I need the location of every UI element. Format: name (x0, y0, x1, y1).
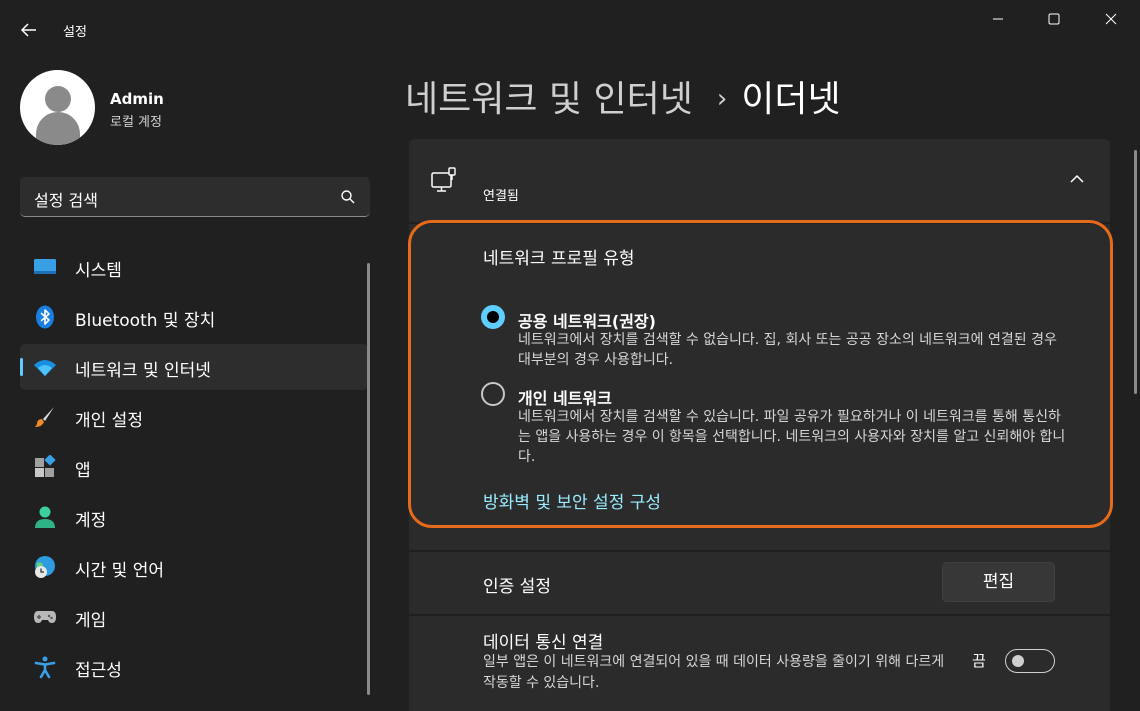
account-icon (35, 506, 55, 528)
back-button[interactable] (16, 18, 44, 42)
avatar-body (36, 112, 80, 145)
network-profile-card: 네트워크 프로필 유형 공용 네트워크(권장) 네트워크에서 장치를 검색할 수… (409, 224, 1110, 550)
close-icon (1105, 13, 1117, 25)
globe-clock-icon (35, 556, 55, 578)
sidebar-item-label: 네트워크 및 인터넷 (75, 361, 211, 381)
private-network-description: 네트워크에서 장치를 검색할 수 있습니다. 파일 공유가 필요하거나 이 네트… (518, 409, 1066, 465)
page-title: 이더넷 (741, 79, 841, 120)
metered-connection-toggle[interactable] (1005, 649, 1055, 673)
public-network-description: 네트워크에서 장치를 검색할 수 없습니다. 집, 회사 또는 공공 장소의 네… (518, 332, 1057, 368)
auth-settings-card: 인증 설정 편집 (409, 552, 1110, 614)
search-placeholder: 설정 검색 (34, 191, 98, 210)
search-icon (341, 190, 355, 204)
toggle-state-label: 끔 (972, 652, 986, 670)
connection-status-card[interactable]: 연결됨 (409, 139, 1110, 222)
sidebar-item-apps[interactable]: 앱 (20, 444, 368, 490)
sidebar-item-system[interactable]: 시스템 (20, 244, 368, 290)
minimize-button[interactable] (984, 8, 1012, 30)
public-network-label[interactable]: 공용 네트워크(권장) (518, 308, 656, 332)
user-name: Admin (110, 90, 164, 108)
metered-connection-card: 데이터 통신 연결 일부 앱은 이 네트워크에 연결되어 있을 때 데이터 사용… (409, 616, 1110, 711)
search-input[interactable]: 설정 검색 (20, 177, 370, 217)
maximize-icon (1048, 13, 1060, 25)
sidebar-item-network[interactable]: 네트워크 및 인터넷 (20, 344, 368, 390)
chevron-up-icon[interactable] (1069, 173, 1085, 185)
accessibility-icon (34, 656, 56, 679)
back-arrow-icon (20, 23, 36, 37)
auth-settings-label: 인증 설정 (483, 577, 551, 597)
account-type: 로컬 계정 (110, 115, 162, 130)
toggle-knob (1012, 655, 1024, 667)
active-indicator (20, 358, 23, 376)
sidebar-item-gaming[interactable]: 게임 (20, 594, 368, 640)
sidebar-item-label: 앱 (75, 461, 91, 481)
private-network-radio[interactable] (481, 382, 505, 406)
maximize-button[interactable] (1040, 8, 1068, 30)
metered-connection-title: 데이터 통신 연결 (483, 633, 604, 653)
wifi-icon (34, 360, 56, 376)
metered-connection-description: 일부 앱은 이 네트워크에 연결되어 있을 때 데이터 사용량을 줄이기 위해 … (483, 654, 945, 691)
system-icon (34, 259, 56, 274)
sidebar-item-time-language[interactable]: 시간 및 언어 (20, 544, 368, 590)
connection-status: 연결됨 (483, 189, 519, 204)
public-network-radio[interactable] (481, 305, 505, 329)
network-profile-title: 네트워크 프로필 유형 (483, 249, 635, 269)
sidebar-nav: 시스템 Bluetooth 및 장치 네트워크 및 인터넷 개인 설정 앱 계정… (20, 244, 368, 694)
bluetooth-icon (36, 305, 54, 329)
app-title: 설정 (63, 25, 87, 40)
sidebar-item-personalization[interactable]: 개인 설정 (20, 394, 368, 440)
sidebar-scrollbar[interactable] (367, 263, 370, 695)
sidebar-item-label: 게임 (75, 611, 107, 631)
close-button[interactable] (1097, 8, 1125, 30)
apps-icon (35, 455, 56, 477)
title-bar: 설정 (0, 0, 1140, 60)
sidebar-item-label: 접근성 (75, 661, 122, 681)
sidebar-item-label: 계정 (75, 511, 107, 531)
sidebar-item-accessibility[interactable]: 접근성 (20, 644, 368, 690)
sidebar-item-label: 시스템 (75, 261, 122, 281)
minimize-icon (993, 18, 1003, 20)
gamepad-icon (34, 611, 56, 623)
breadcrumb-separator: › (716, 84, 728, 114)
edit-button[interactable]: 편집 (942, 562, 1055, 602)
avatar (20, 70, 95, 145)
brush-icon (35, 407, 54, 427)
sidebar-item-label: 시간 및 언어 (75, 561, 165, 581)
avatar-head (45, 86, 71, 112)
breadcrumb-parent[interactable]: 네트워크 및 인터넷 (405, 79, 693, 120)
firewall-settings-link[interactable]: 방화벽 및 보안 설정 구성 (483, 488, 661, 513)
breadcrumb: 네트워크 및 인터넷 › 이더넷 (405, 70, 841, 122)
ethernet-icon (431, 167, 456, 192)
content-scrollbar[interactable] (1134, 150, 1137, 394)
private-network-label[interactable]: 개인 네트워크 (518, 385, 612, 409)
sidebar-item-label: 개인 설정 (75, 411, 143, 431)
sidebar-item-accounts[interactable]: 계정 (20, 494, 368, 540)
sidebar-item-label: Bluetooth 및 장치 (75, 311, 216, 331)
sidebar-item-bluetooth[interactable]: Bluetooth 및 장치 (20, 294, 368, 340)
